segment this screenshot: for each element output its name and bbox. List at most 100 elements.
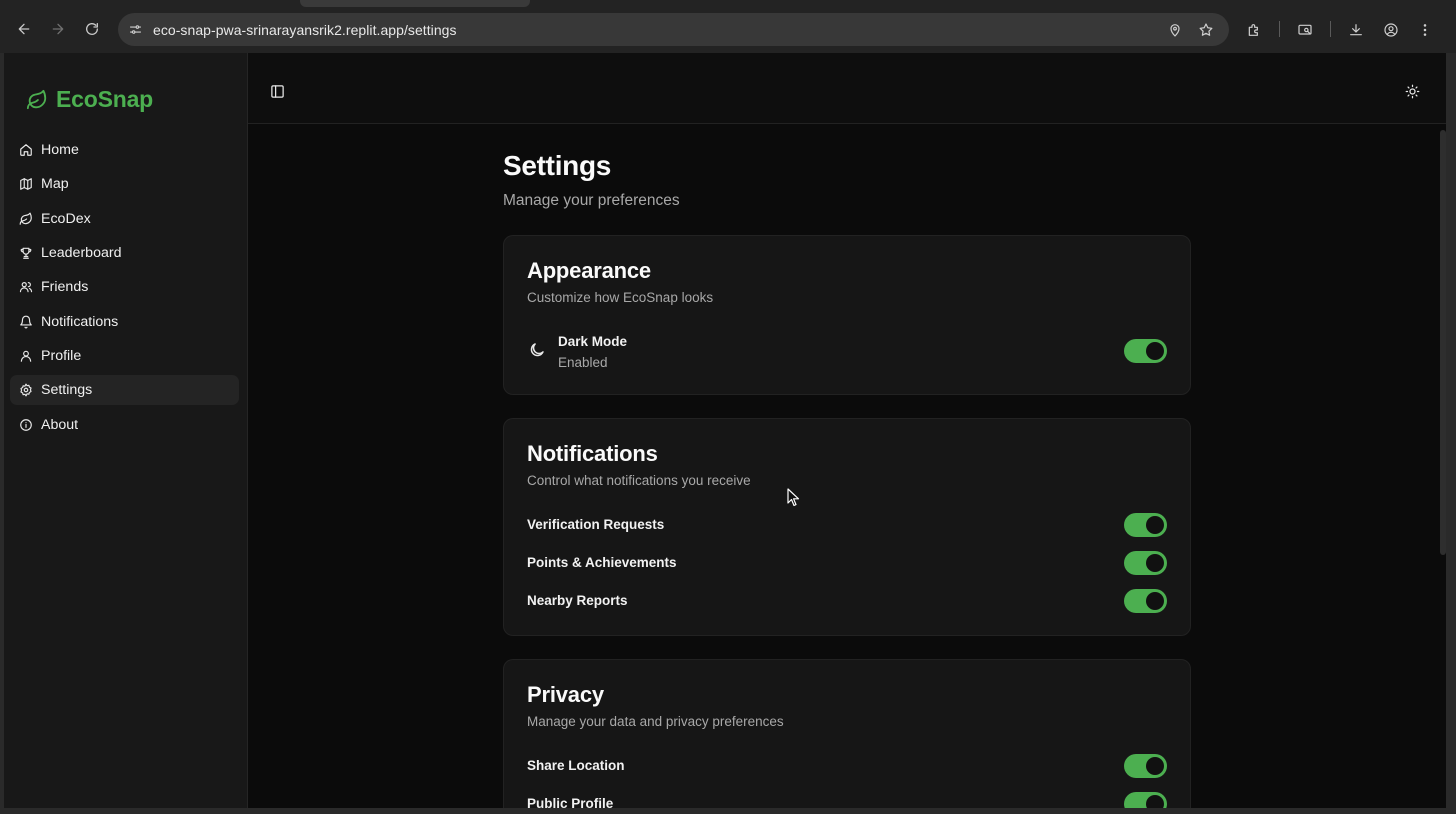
sidebar-item-label: Map [41,176,69,193]
user-icon [20,350,32,362]
sidebar-item-profile[interactable]: Profile [10,341,239,371]
puzzle-icon [1248,24,1258,36]
forward-button[interactable] [47,18,69,40]
location-pin-icon [1170,24,1180,37]
trophy-icon [20,247,32,259]
home-icon [20,144,32,156]
info-icon [20,418,32,431]
sidebar-item-label: Settings [41,382,93,399]
arrow-left-icon [18,23,30,35]
dark-mode-label: Dark Mode [558,334,628,349]
reload-button[interactable] [81,18,103,40]
window-bottom-edge [0,808,1456,814]
location-button[interactable] [1165,20,1185,40]
back-button[interactable] [13,18,35,40]
privacy-card: Privacy Manage your data and privacy pre… [503,659,1191,808]
active-tab[interactable] [300,0,530,7]
url-text[interactable]: eco-snap-pwa-srinarayansrik2.replit.app/… [153,22,457,38]
moon-icon [527,340,547,360]
page-subtitle: Manage your preferences [503,192,680,209]
notifications-card: Notifications Control what notifications… [503,418,1191,636]
toggle-knob [1146,554,1164,572]
sidebar-item-friends[interactable]: Friends [10,272,239,302]
appearance-description: Customize how EcoSnap looks [527,290,714,305]
brand-logo[interactable]: EcoSnap [26,86,153,113]
verification-requests-toggle[interactable] [1124,513,1167,537]
star-icon [1199,23,1213,36]
sidebar-toggle-button[interactable] [268,82,286,100]
verification-requests-label: Verification Requests [527,517,665,532]
sidebar-item-label: Leaderboard [41,245,122,262]
toggle-knob [1146,795,1164,808]
bell-icon [20,315,32,329]
sidebar-item-home[interactable]: Home [10,135,239,165]
toolbar-divider [1330,21,1331,37]
reload-icon [86,23,98,35]
sun-icon [1405,84,1419,98]
mouse-cursor-icon [787,488,800,507]
sidebar-item-label: EcoDex [41,210,91,227]
share-location-toggle[interactable] [1124,754,1167,778]
map-icon [20,178,32,191]
points-achievements-toggle[interactable] [1124,551,1167,575]
toolbar-divider [1279,21,1280,37]
sidebar-item-label: Friends [41,279,89,296]
toggle-knob [1146,516,1164,534]
site-info-button[interactable] [124,18,146,40]
app-window: EcoSnap Home Map EcoDex Leaderboard Frie… [4,53,1446,808]
panel-left-icon [270,84,284,98]
tab-search-button[interactable] [1294,19,1316,41]
address-bar[interactable]: eco-snap-pwa-srinarayansrik2.replit.app/… [118,13,1229,46]
sidebar-item-label: Home [41,142,79,158]
sidebar-item-ecodex[interactable]: EcoDex [10,204,239,234]
points-achievements-label: Points & Achievements [527,555,677,570]
privacy-title: Privacy [527,682,604,707]
more-vertical-icon [1423,24,1427,36]
arrow-right-icon [52,23,64,35]
users-icon [19,282,33,293]
page-title: Settings [503,150,612,181]
public-profile-toggle[interactable] [1124,792,1167,808]
theme-toggle-button[interactable] [1402,81,1422,101]
dark-mode-toggle[interactable] [1124,339,1167,363]
notifications-description: Control what notifications you receive [527,473,751,488]
toggle-knob [1146,342,1164,360]
leaf-icon [19,212,32,225]
browser-menu-button[interactable] [1414,19,1436,41]
dark-mode-state: Enabled [558,355,608,370]
settings-main: Settings Manage your preferences Appeara… [248,124,1446,808]
account-circle-icon [1384,23,1398,37]
nearby-reports-label: Nearby Reports [527,593,628,608]
appearance-title: Appearance [527,258,651,283]
url-host: eco-snap-pwa-srinarayansrik2.replit.app [153,22,404,38]
leaf-icon [26,89,47,109]
browser-toolbar: eco-snap-pwa-srinarayansrik2.replit.app/… [0,0,1456,53]
sidebar-item-map[interactable]: Map [10,169,239,199]
extensions-button[interactable] [1243,19,1265,41]
sidebar: EcoSnap Home Map EcoDex Leaderboard Frie… [4,53,248,808]
sidebar-item-settings[interactable]: Settings [10,375,239,406]
nearby-reports-toggle[interactable] [1124,589,1167,613]
download-icon [1350,24,1362,36]
share-location-label: Share Location [527,758,625,773]
sidebar-item-label: About [41,416,79,433]
sidebar-item-notifications[interactable]: Notifications [10,307,239,337]
downloads-button[interactable] [1345,19,1367,41]
tune-icon [129,24,141,34]
public-profile-label: Public Profile [527,796,614,808]
gear-icon [20,383,32,397]
sidebar-item-about[interactable]: About [10,410,239,440]
sidebar-item-label: Notifications [41,313,119,330]
toggle-knob [1146,592,1164,610]
app-header [248,53,1446,124]
sidebar-item-label: Profile [41,348,82,365]
appearance-card: Appearance Customize how EcoSnap looks D… [503,235,1191,395]
sidebar-nav: Home Map EcoDex Leaderboard Friends Noti… [10,135,239,444]
profile-button[interactable] [1380,19,1402,41]
bookmark-button[interactable] [1196,20,1216,40]
privacy-description: Manage your data and privacy preferences [527,714,784,729]
sidebar-item-leaderboard[interactable]: Leaderboard [10,238,239,268]
toggle-knob [1146,757,1164,775]
scrollbar-thumb[interactable] [1440,130,1446,555]
notifications-title: Notifications [527,441,658,466]
